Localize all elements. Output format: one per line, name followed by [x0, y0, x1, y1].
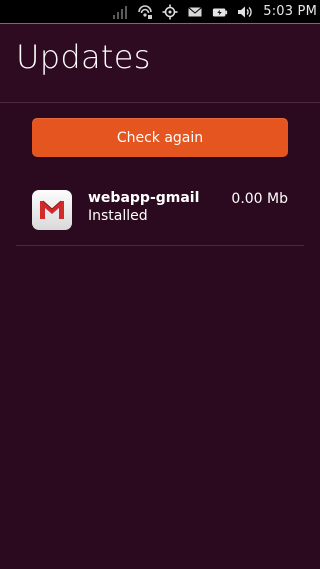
updates-content: Check again webapp-gmail Installed 0.00 … — [0, 104, 320, 569]
battery-icon — [212, 4, 228, 20]
update-list-item[interactable]: webapp-gmail Installed 0.00 Mb — [16, 174, 304, 246]
signal-icon — [112, 4, 128, 20]
app-size: 0.00 Mb — [231, 191, 288, 207]
app-name: webapp-gmail — [88, 190, 200, 206]
page-title: Updates — [16, 38, 151, 76]
wifi-icon — [137, 4, 153, 20]
status-indicators[interactable] — [112, 4, 253, 20]
page-header: Updates — [0, 25, 320, 103]
location-icon — [162, 4, 178, 20]
clock: 5:03 PM — [263, 4, 317, 19]
check-again-button[interactable]: Check again — [32, 118, 288, 157]
status-bar[interactable]: 5:03 PM — [0, 0, 320, 24]
mail-icon — [187, 4, 203, 20]
volume-icon — [237, 4, 253, 20]
app-status: Installed — [88, 208, 148, 224]
gmail-icon — [32, 190, 72, 230]
